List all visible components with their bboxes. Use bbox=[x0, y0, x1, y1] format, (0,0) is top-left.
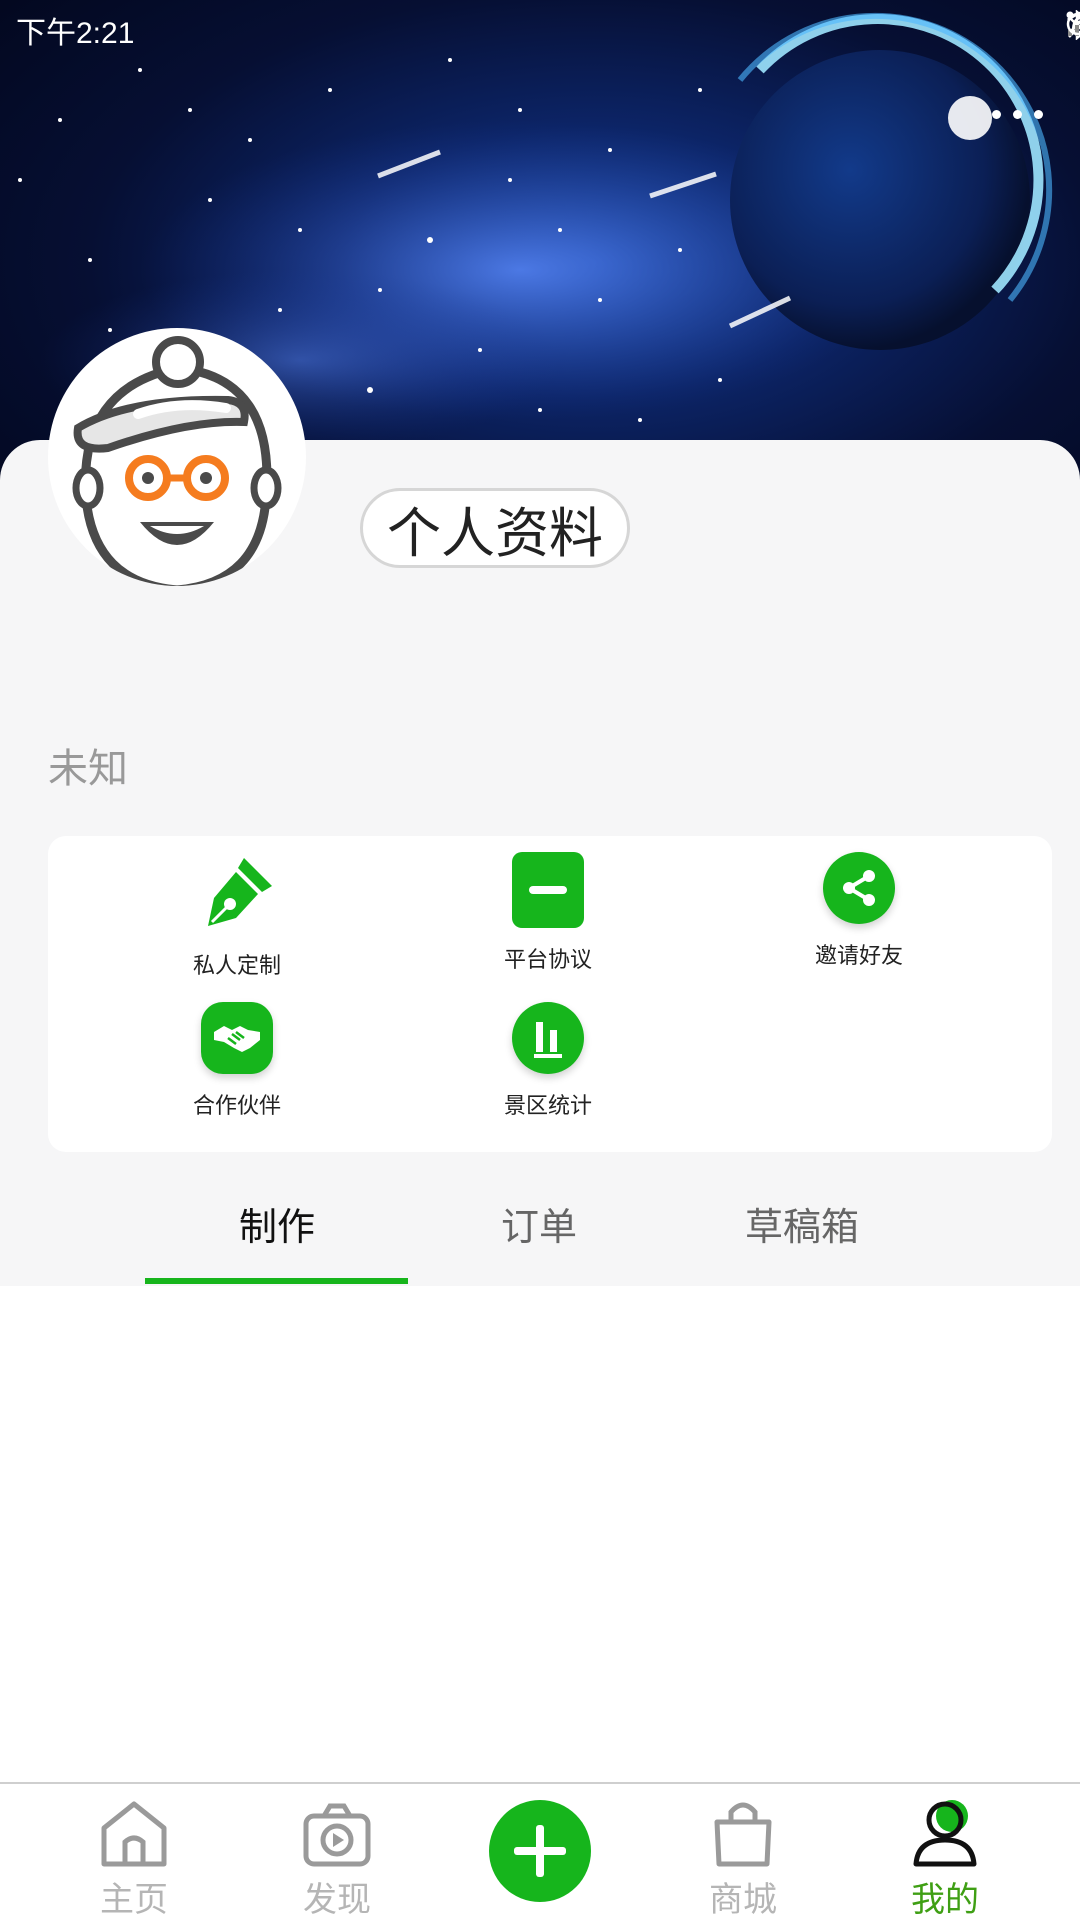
nav-label: 发现 bbox=[303, 1880, 371, 1920]
user-icon bbox=[875, 1790, 1015, 1868]
status-time: 下午2:21 bbox=[16, 17, 135, 50]
function-label: 邀请好友 bbox=[814, 944, 903, 969]
function-label: 景区统计 bbox=[503, 1094, 592, 1119]
battery-icon bbox=[1066, 12, 1080, 36]
shopping-bag-icon bbox=[673, 1790, 813, 1868]
function-label: 合作伙伴 bbox=[192, 1094, 281, 1119]
nav-label: 主页 bbox=[100, 1880, 168, 1920]
nav-home[interactable]: 主页 bbox=[64, 1790, 204, 1920]
tab-drafts[interactable]: 草稿箱 bbox=[670, 1196, 934, 1251]
function-label: 平台协议 bbox=[503, 948, 592, 973]
add-button[interactable] bbox=[489, 1800, 591, 1902]
more-options-button[interactable] bbox=[982, 96, 1052, 132]
nav-discover[interactable]: 发现 bbox=[267, 1790, 407, 1920]
document-icon bbox=[512, 852, 584, 928]
share-icon bbox=[823, 852, 895, 924]
tab-orders[interactable]: 订单 bbox=[407, 1196, 671, 1251]
function-private-custom[interactable]: 私人定制 bbox=[137, 852, 337, 980]
home-icon bbox=[64, 1790, 204, 1868]
content-tabs: 制作 订单 草稿箱 bbox=[0, 1152, 1080, 1286]
status-bar: 下午2:21 × bbox=[0, 0, 1080, 56]
profile-info-button[interactable]: 个人资料 bbox=[360, 488, 630, 568]
tab-active-indicator bbox=[145, 1278, 408, 1284]
function-grid: 私人定制 平台协议 邀请好友 合作伙伴 景区统计 bbox=[48, 836, 1052, 1152]
function-partners[interactable]: 合作伙伴 bbox=[137, 1002, 337, 1120]
pen-icon bbox=[196, 852, 278, 934]
camera-icon bbox=[267, 1790, 407, 1868]
function-platform-agreement[interactable]: 平台协议 bbox=[448, 852, 648, 974]
handshake-icon bbox=[201, 1002, 273, 1074]
nav-label: 我的 bbox=[911, 1880, 979, 1920]
add-icon bbox=[514, 1825, 566, 1877]
bar-chart-icon bbox=[512, 1002, 584, 1074]
function-label: 私人定制 bbox=[192, 954, 281, 979]
user-name: 未知 bbox=[48, 746, 128, 792]
function-scenic-statistics[interactable]: 景区统计 bbox=[448, 1002, 648, 1120]
user-avatar[interactable] bbox=[48, 328, 306, 586]
dot-icon bbox=[1012, 109, 1022, 119]
nav-label: 商城 bbox=[709, 1880, 777, 1920]
function-invite-friends[interactable]: 邀请好友 bbox=[759, 852, 959, 970]
nav-mine[interactable]: 我的 bbox=[875, 1790, 1015, 1920]
bottom-navigation: 主页 发现 商城 我的 bbox=[0, 1782, 1080, 1920]
dot-icon bbox=[991, 109, 1001, 119]
tab-create[interactable]: 制作 bbox=[145, 1196, 409, 1251]
nav-mall[interactable]: 商城 bbox=[673, 1790, 813, 1920]
cartoon-avatar-icon bbox=[72, 336, 282, 586]
dot-icon bbox=[1033, 109, 1043, 119]
